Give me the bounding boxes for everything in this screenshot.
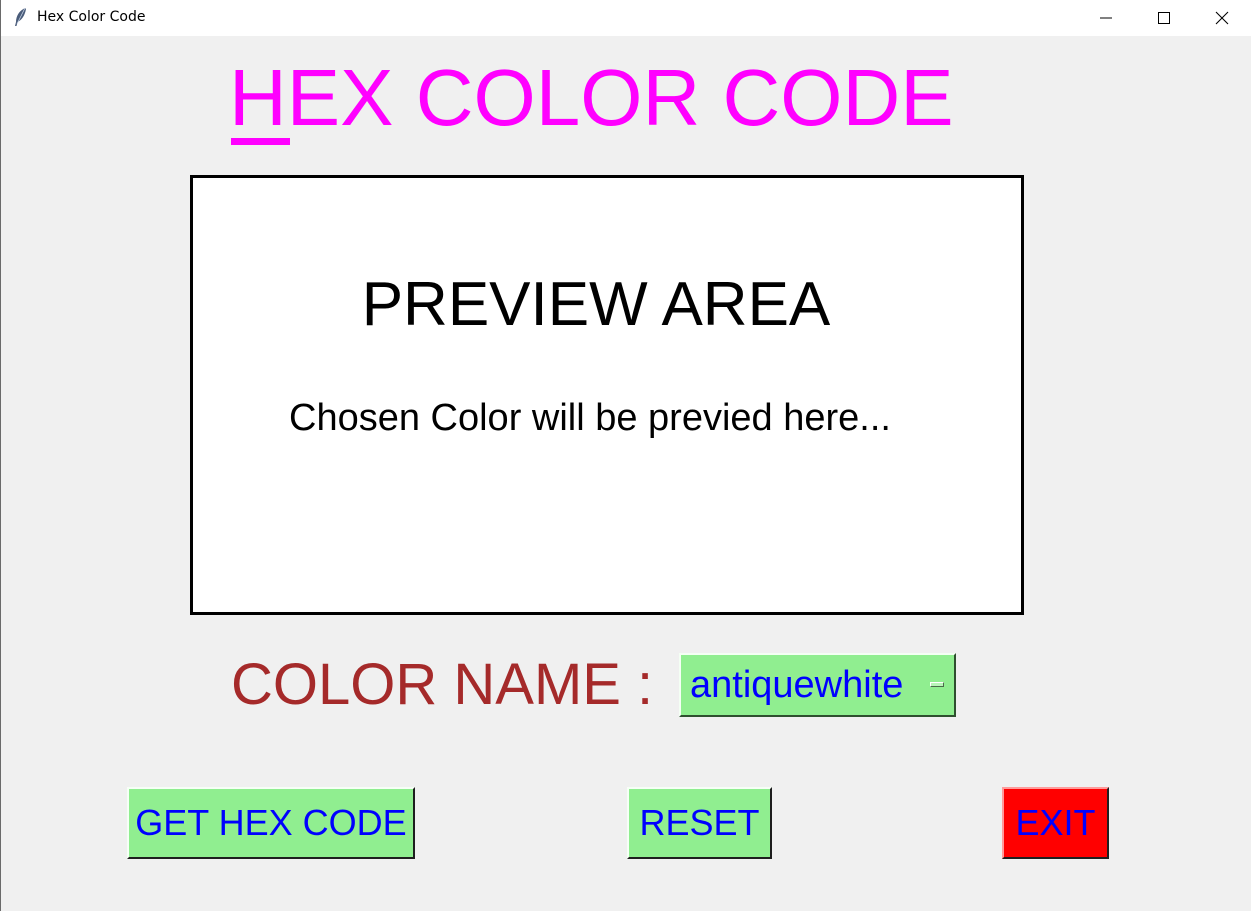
- window-title: Hex Color Code: [37, 9, 146, 25]
- page-heading: HEX COLOR CODE: [229, 53, 954, 142]
- color-name-dropdown[interactable]: antiquewhite: [679, 653, 956, 717]
- close-icon: [1215, 11, 1229, 25]
- minimize-icon: [1100, 17, 1112, 19]
- preview-message: Chosen Color will be previed here...: [289, 397, 891, 439]
- exit-button[interactable]: EXIT: [1002, 787, 1109, 859]
- app-window: Hex Color Code HEX COLOR CODE PREVIEW AR…: [0, 0, 1251, 911]
- maximize-button[interactable]: [1135, 0, 1193, 36]
- feather-icon: [13, 7, 29, 27]
- maximize-icon: [1158, 12, 1170, 24]
- preview-area: PREVIEW AREA Chosen Color will be previe…: [190, 175, 1024, 615]
- title-bar[interactable]: Hex Color Code: [1, 0, 1251, 36]
- close-button[interactable]: [1193, 0, 1251, 36]
- minimize-button[interactable]: [1077, 0, 1135, 36]
- preview-title: PREVIEW AREA: [361, 270, 831, 339]
- option-menu-indicator-icon: [930, 682, 944, 687]
- heading-underline: [231, 138, 290, 145]
- get-hex-code-button[interactable]: GET HEX CODE: [127, 787, 415, 859]
- dropdown-selected-value: antiquewhite: [690, 664, 904, 706]
- color-name-label: COLOR NAME :: [231, 652, 654, 717]
- reset-button[interactable]: RESET: [627, 787, 772, 859]
